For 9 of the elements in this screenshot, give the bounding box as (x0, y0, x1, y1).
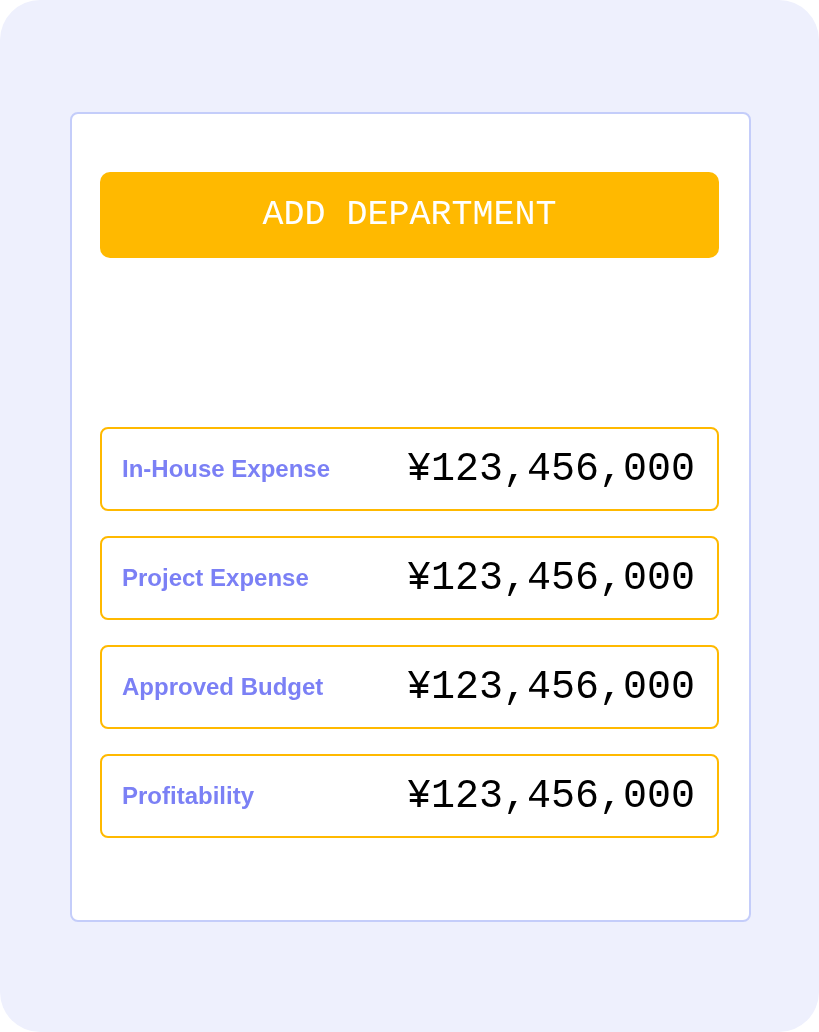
summary-value: ¥123,456,000 (406, 555, 695, 601)
summary-value: ¥123,456,000 (406, 446, 695, 492)
summary-label: Project Expense (122, 564, 309, 592)
add-department-button[interactable]: ADD DEPARTMENT (100, 172, 719, 258)
summary-value: ¥123,456,000 (406, 664, 695, 710)
summary-value: ¥123,456,000 (406, 773, 695, 819)
summary-label: Approved Budget (122, 673, 324, 701)
summary-label: Profitability (122, 782, 254, 810)
summary-label: In-House Expense (122, 455, 331, 483)
